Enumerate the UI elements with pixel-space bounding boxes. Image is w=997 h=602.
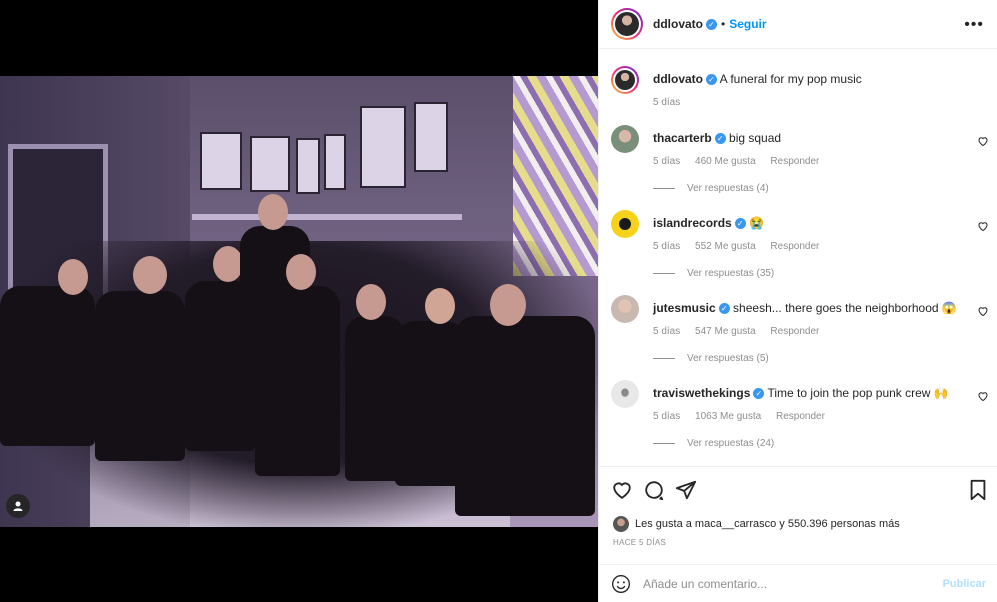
follow-button[interactable]: Seguir [729,17,766,31]
like-comment-icon[interactable] [977,390,989,402]
heart-icon[interactable] [611,479,633,501]
caption-time: 5 días [653,97,681,108]
bookmark-icon[interactable] [967,479,989,501]
verified-icon: ✓ [706,74,717,86]
post-time: HACE 5 DÍAS [613,538,667,547]
comment-time: 5 días [653,156,681,167]
reply-button[interactable]: Responder [776,411,825,422]
media-panel [0,0,598,602]
reply-button[interactable]: Responder [770,326,819,337]
author-avatar[interactable] [611,8,643,40]
reply-button[interactable]: Responder [770,241,819,252]
verified-icon: ✓ [714,133,726,145]
liker-avatar [613,516,629,532]
commenter-username[interactable]: jutesmusic [653,301,716,315]
post-photo[interactable] [0,76,598,527]
verified-icon: ✓ [718,303,730,315]
verified-icon: ✓ [706,18,717,30]
comment-likes[interactable]: 552 Me gusta [695,241,756,252]
view-replies-button[interactable]: Ver respuestas (5) [653,353,769,364]
verified-icon: ✓ [734,218,746,230]
post-side-panel: ddlovato ✓ • Seguir ••• ddlovato ✓ A fune… [598,0,997,602]
view-replies-button[interactable]: Ver respuestas (24) [653,438,774,449]
view-replies-button[interactable]: Ver respuestas (4) [653,183,769,194]
comment-time: 5 días [653,411,681,422]
comment-text: Time to join the pop punk crew 🙌 [767,386,949,400]
commenter-username[interactable]: thacarterb [653,131,712,145]
comment-icon[interactable] [643,479,665,501]
commenter-avatar[interactable] [611,210,639,238]
comment-text: big squad [729,131,782,145]
like-comment-icon[interactable] [977,220,989,232]
user-icon [13,501,23,511]
commenter-avatar[interactable] [611,380,639,408]
separator-dot: • [721,17,726,31]
author-avatar[interactable] [611,66,639,94]
comment-time: 5 días [653,326,681,337]
comment-text: 😭 [749,216,764,230]
comments-list: ddlovato ✓ A funeral for my pop music 5 d… [599,50,997,466]
caption-text: A funeral for my pop music [719,72,862,86]
likes-summary[interactable]: Les gusta a maca__carrasco y 550.396 per… [613,516,900,532]
commenter-avatar[interactable] [611,295,639,323]
share-icon[interactable] [675,479,697,501]
comment-input[interactable] [643,577,943,591]
publish-button[interactable]: Publicar [943,578,986,590]
comment-likes[interactable]: 1063 Me gusta [695,411,761,422]
verified-icon: ✓ [753,388,765,400]
likes-text: Les gusta a maca__carrasco y 550.396 per… [635,518,900,530]
author-username[interactable]: ddlovato [653,17,703,31]
comment-text: sheesh... there goes the neighborhood 😱 [733,301,957,315]
post-actions: Les gusta a maca__carrasco y 550.396 per… [599,466,997,602]
comment-form: Publicar [599,564,997,602]
commenter-username[interactable]: islandrecords [653,216,732,230]
commenter-username[interactable]: traviswethekings [653,386,750,400]
like-comment-icon[interactable] [977,305,989,317]
emoji-icon[interactable] [611,574,631,594]
more-options-icon[interactable]: ••• [964,16,984,34]
tagged-users-button[interactable] [6,494,30,518]
comment-likes[interactable]: 460 Me gusta [695,156,756,167]
instagram-post-view: ddlovato ✓ • Seguir ••• ddlovato ✓ A fune… [0,0,997,602]
like-comment-icon[interactable] [977,135,989,147]
commenter-avatar[interactable] [611,125,639,153]
comment-likes[interactable]: 547 Me gusta [695,326,756,337]
caption-username[interactable]: ddlovato [653,72,703,86]
post-header: ddlovato ✓ • Seguir ••• [599,0,997,49]
reply-button[interactable]: Responder [770,156,819,167]
comment-time: 5 días [653,241,681,252]
view-replies-button[interactable]: Ver respuestas (35) [653,268,774,279]
